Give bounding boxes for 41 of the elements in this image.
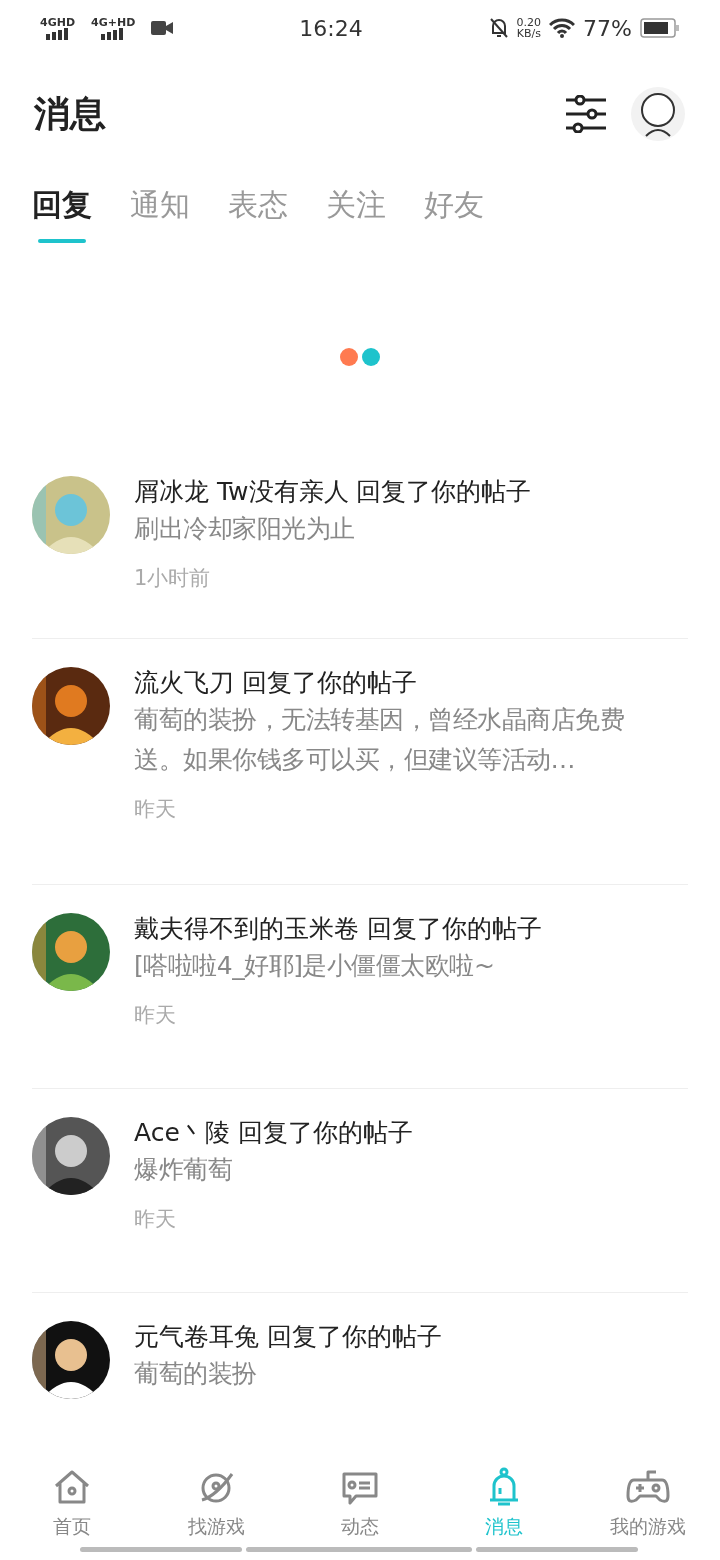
- message-text: 葡萄的装扮，无法转基因，曾经水晶商店免费送。如果你钱多可以买，但建议等活动…: [134, 703, 625, 776]
- signal-icon: [45, 27, 70, 40]
- avatar-icon[interactable]: [630, 86, 686, 142]
- message-text: 葡萄的装扮: [134, 1357, 258, 1390]
- message-time: 昨天: [134, 1001, 177, 1029]
- page-title: 消息: [34, 92, 106, 136]
- tab[interactable]: 通知: [130, 172, 190, 252]
- nav-tab[interactable]: 我的游戏: [576, 1452, 720, 1541]
- nav-tab[interactable]: 首页: [0, 1452, 144, 1541]
- message-text: 刷出冷却家阳光为止: [134, 512, 356, 545]
- message-time: 昨天: [134, 795, 177, 823]
- bell-muted-icon: [488, 17, 509, 39]
- message-title: 屑冰龙 Tw没有亲人 回复了你的帖子: [134, 476, 533, 508]
- network-tag: HD: [56, 16, 76, 28]
- tab[interactable]: 表态: [228, 172, 288, 252]
- message-title: 元气卷耳兔 回复了你的帖子: [134, 1321, 443, 1353]
- nav-tab[interactable]: 动态: [288, 1452, 432, 1541]
- network-label: 4G+: [91, 16, 117, 28]
- tab[interactable]: 回复: [32, 172, 92, 252]
- speed-unit: KB/s: [516, 28, 541, 39]
- message-time: 1小时前: [134, 564, 212, 592]
- message-title: 流火飞刀 回复了你的帖子: [134, 667, 418, 699]
- signal-icon: [101, 27, 126, 40]
- network-tag: HD: [116, 16, 136, 28]
- nav-tab[interactable]: 找游戏: [144, 1452, 288, 1541]
- nav-tab[interactable]: 消息: [432, 1452, 576, 1541]
- message-text: [嗒啦啦4_好耶]是小僵僵太欧啦~: [134, 949, 496, 982]
- tab[interactable]: 关注: [326, 172, 386, 252]
- settings-sliders-icon[interactable]: [566, 95, 606, 133]
- message-title: Ace丶陵 回复了你的帖子: [134, 1117, 414, 1149]
- tab[interactable]: 好友: [424, 172, 484, 252]
- battery-percent: 77%: [583, 14, 632, 43]
- message-text: 爆炸葡萄: [134, 1153, 233, 1186]
- wifi-icon: [549, 18, 576, 38]
- video-icon: [151, 21, 174, 35]
- clock-time: 16:24: [299, 14, 363, 43]
- speed-value: 0.20: [516, 17, 542, 28]
- message-time: 昨天: [134, 1205, 177, 1233]
- network-label: 4G: [40, 16, 57, 28]
- message-title: 戴夫得不到的玉米卷 回复了你的帖子: [134, 913, 543, 945]
- battery-icon: [640, 18, 680, 38]
